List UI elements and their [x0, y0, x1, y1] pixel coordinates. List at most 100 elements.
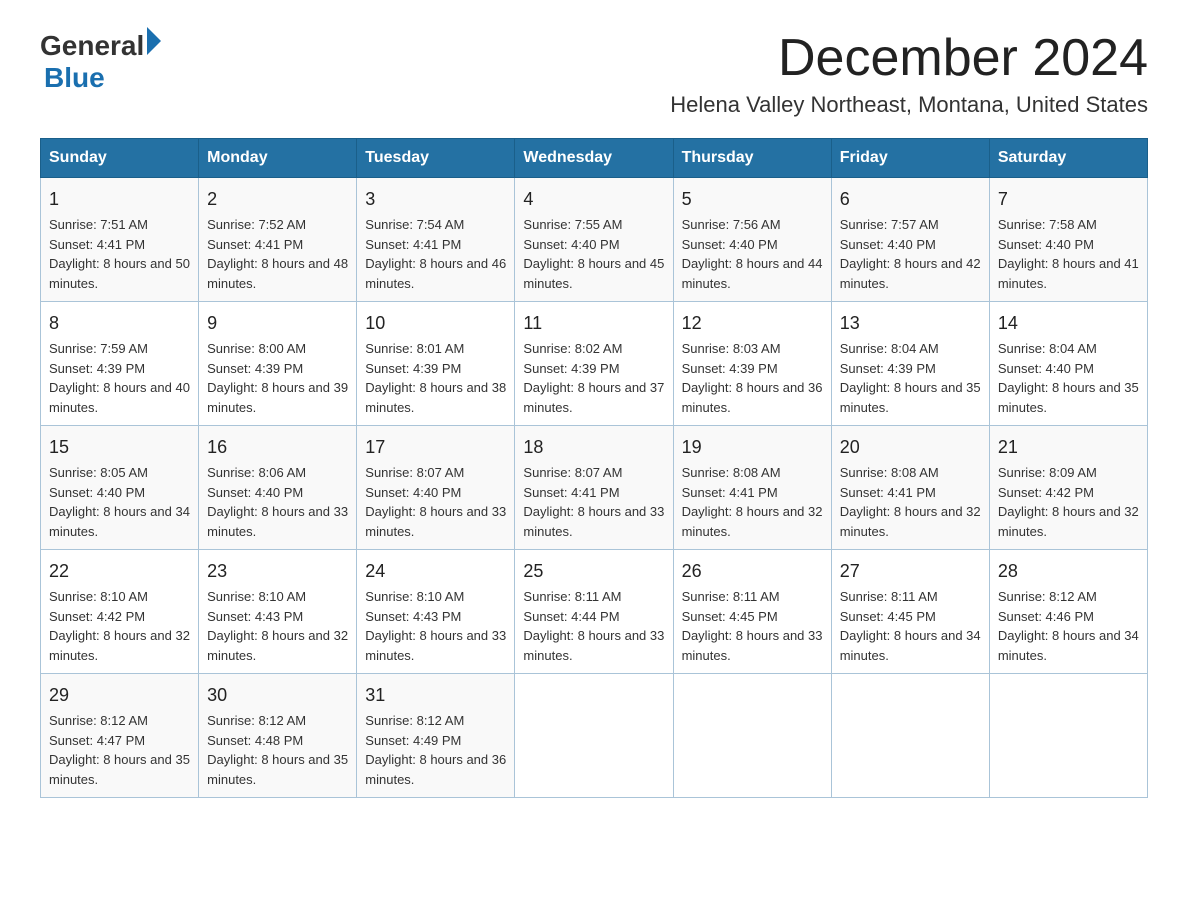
calendar-cell: 10 Sunrise: 8:01 AMSunset: 4:39 PMDaylig… — [357, 302, 515, 426]
day-number: 25 — [523, 558, 664, 585]
day-number: 7 — [998, 186, 1139, 213]
day-info: Sunrise: 8:01 AMSunset: 4:39 PMDaylight:… — [365, 341, 506, 415]
day-number: 17 — [365, 434, 506, 461]
day-number: 28 — [998, 558, 1139, 585]
day-number: 18 — [523, 434, 664, 461]
calendar-cell: 25 Sunrise: 8:11 AMSunset: 4:44 PMDaylig… — [515, 550, 673, 674]
location-title: Helena Valley Northeast, Montana, United… — [670, 92, 1148, 118]
calendar-cell: 28 Sunrise: 8:12 AMSunset: 4:46 PMDaylig… — [989, 550, 1147, 674]
day-info: Sunrise: 8:10 AMSunset: 4:43 PMDaylight:… — [207, 589, 348, 663]
day-info: Sunrise: 8:09 AMSunset: 4:42 PMDaylight:… — [998, 465, 1139, 539]
day-info: Sunrise: 8:08 AMSunset: 4:41 PMDaylight:… — [682, 465, 823, 539]
day-info: Sunrise: 8:10 AMSunset: 4:42 PMDaylight:… — [49, 589, 190, 663]
calendar-cell: 16 Sunrise: 8:06 AMSunset: 4:40 PMDaylig… — [199, 426, 357, 550]
day-number: 8 — [49, 310, 190, 337]
calendar-cell: 20 Sunrise: 8:08 AMSunset: 4:41 PMDaylig… — [831, 426, 989, 550]
day-info: Sunrise: 8:11 AMSunset: 4:44 PMDaylight:… — [523, 589, 664, 663]
day-number: 11 — [523, 310, 664, 337]
day-info: Sunrise: 8:12 AMSunset: 4:47 PMDaylight:… — [49, 713, 190, 787]
calendar-table: SundayMondayTuesdayWednesdayThursdayFrid… — [40, 138, 1148, 798]
logo-blue-text: Blue — [44, 62, 105, 93]
day-info: Sunrise: 8:03 AMSunset: 4:39 PMDaylight:… — [682, 341, 823, 415]
day-info: Sunrise: 8:04 AMSunset: 4:39 PMDaylight:… — [840, 341, 981, 415]
calendar-cell: 22 Sunrise: 8:10 AMSunset: 4:42 PMDaylig… — [41, 550, 199, 674]
day-number: 26 — [682, 558, 823, 585]
day-number: 24 — [365, 558, 506, 585]
day-number: 2 — [207, 186, 348, 213]
day-number: 30 — [207, 682, 348, 709]
day-number: 3 — [365, 186, 506, 213]
day-info: Sunrise: 7:59 AMSunset: 4:39 PMDaylight:… — [49, 341, 190, 415]
calendar-week-row: 15 Sunrise: 8:05 AMSunset: 4:40 PMDaylig… — [41, 426, 1148, 550]
day-number: 6 — [840, 186, 981, 213]
calendar-cell: 23 Sunrise: 8:10 AMSunset: 4:43 PMDaylig… — [199, 550, 357, 674]
day-info: Sunrise: 7:54 AMSunset: 4:41 PMDaylight:… — [365, 217, 506, 291]
calendar-cell: 15 Sunrise: 8:05 AMSunset: 4:40 PMDaylig… — [41, 426, 199, 550]
calendar-cell: 31 Sunrise: 8:12 AMSunset: 4:49 PMDaylig… — [357, 674, 515, 798]
header-monday: Monday — [199, 139, 357, 178]
day-info: Sunrise: 8:11 AMSunset: 4:45 PMDaylight:… — [840, 589, 981, 663]
day-number: 19 — [682, 434, 823, 461]
day-number: 5 — [682, 186, 823, 213]
calendar-cell: 24 Sunrise: 8:10 AMSunset: 4:43 PMDaylig… — [357, 550, 515, 674]
day-number: 15 — [49, 434, 190, 461]
calendar-cell — [673, 674, 831, 798]
header-tuesday: Tuesday — [357, 139, 515, 178]
day-number: 16 — [207, 434, 348, 461]
day-info: Sunrise: 8:12 AMSunset: 4:49 PMDaylight:… — [365, 713, 506, 787]
calendar-cell: 1 Sunrise: 7:51 AMSunset: 4:41 PMDayligh… — [41, 178, 199, 302]
calendar-cell: 26 Sunrise: 8:11 AMSunset: 4:45 PMDaylig… — [673, 550, 831, 674]
calendar-cell: 9 Sunrise: 8:00 AMSunset: 4:39 PMDayligh… — [199, 302, 357, 426]
calendar-header-row: SundayMondayTuesdayWednesdayThursdayFrid… — [41, 139, 1148, 178]
day-info: Sunrise: 8:05 AMSunset: 4:40 PMDaylight:… — [49, 465, 190, 539]
day-number: 29 — [49, 682, 190, 709]
header-wednesday: Wednesday — [515, 139, 673, 178]
page-header: General Blue December 2024 Helena Valley… — [40, 30, 1148, 118]
day-info: Sunrise: 8:08 AMSunset: 4:41 PMDaylight:… — [840, 465, 981, 539]
day-info: Sunrise: 8:07 AMSunset: 4:41 PMDaylight:… — [523, 465, 664, 539]
logo: General Blue — [40, 30, 161, 94]
calendar-cell: 12 Sunrise: 8:03 AMSunset: 4:39 PMDaylig… — [673, 302, 831, 426]
calendar-cell: 4 Sunrise: 7:55 AMSunset: 4:40 PMDayligh… — [515, 178, 673, 302]
day-number: 10 — [365, 310, 506, 337]
calendar-week-row: 29 Sunrise: 8:12 AMSunset: 4:47 PMDaylig… — [41, 674, 1148, 798]
day-info: Sunrise: 7:57 AMSunset: 4:40 PMDaylight:… — [840, 217, 981, 291]
day-number: 23 — [207, 558, 348, 585]
day-info: Sunrise: 7:55 AMSunset: 4:40 PMDaylight:… — [523, 217, 664, 291]
day-number: 13 — [840, 310, 981, 337]
day-number: 12 — [682, 310, 823, 337]
day-info: Sunrise: 8:10 AMSunset: 4:43 PMDaylight:… — [365, 589, 506, 663]
day-info: Sunrise: 8:06 AMSunset: 4:40 PMDaylight:… — [207, 465, 348, 539]
day-info: Sunrise: 8:04 AMSunset: 4:40 PMDaylight:… — [998, 341, 1139, 415]
calendar-cell: 18 Sunrise: 8:07 AMSunset: 4:41 PMDaylig… — [515, 426, 673, 550]
calendar-cell: 29 Sunrise: 8:12 AMSunset: 4:47 PMDaylig… — [41, 674, 199, 798]
calendar-cell — [515, 674, 673, 798]
day-number: 14 — [998, 310, 1139, 337]
calendar-cell: 21 Sunrise: 8:09 AMSunset: 4:42 PMDaylig… — [989, 426, 1147, 550]
day-info: Sunrise: 8:02 AMSunset: 4:39 PMDaylight:… — [523, 341, 664, 415]
calendar-cell: 7 Sunrise: 7:58 AMSunset: 4:40 PMDayligh… — [989, 178, 1147, 302]
calendar-cell: 8 Sunrise: 7:59 AMSunset: 4:39 PMDayligh… — [41, 302, 199, 426]
calendar-cell: 3 Sunrise: 7:54 AMSunset: 4:41 PMDayligh… — [357, 178, 515, 302]
day-number: 1 — [49, 186, 190, 213]
day-number: 4 — [523, 186, 664, 213]
calendar-cell: 2 Sunrise: 7:52 AMSunset: 4:41 PMDayligh… — [199, 178, 357, 302]
header-thursday: Thursday — [673, 139, 831, 178]
calendar-week-row: 22 Sunrise: 8:10 AMSunset: 4:42 PMDaylig… — [41, 550, 1148, 674]
day-number: 21 — [998, 434, 1139, 461]
calendar-cell — [989, 674, 1147, 798]
calendar-cell: 30 Sunrise: 8:12 AMSunset: 4:48 PMDaylig… — [199, 674, 357, 798]
day-info: Sunrise: 7:52 AMSunset: 4:41 PMDaylight:… — [207, 217, 348, 291]
day-info: Sunrise: 8:00 AMSunset: 4:39 PMDaylight:… — [207, 341, 348, 415]
calendar-cell: 11 Sunrise: 8:02 AMSunset: 4:39 PMDaylig… — [515, 302, 673, 426]
calendar-week-row: 8 Sunrise: 7:59 AMSunset: 4:39 PMDayligh… — [41, 302, 1148, 426]
logo-general-text: General — [40, 30, 144, 62]
day-info: Sunrise: 7:58 AMSunset: 4:40 PMDaylight:… — [998, 217, 1139, 291]
day-number: 22 — [49, 558, 190, 585]
day-number: 20 — [840, 434, 981, 461]
day-info: Sunrise: 8:11 AMSunset: 4:45 PMDaylight:… — [682, 589, 823, 663]
calendar-cell: 27 Sunrise: 8:11 AMSunset: 4:45 PMDaylig… — [831, 550, 989, 674]
header-saturday: Saturday — [989, 139, 1147, 178]
day-info: Sunrise: 7:51 AMSunset: 4:41 PMDaylight:… — [49, 217, 190, 291]
header-sunday: Sunday — [41, 139, 199, 178]
